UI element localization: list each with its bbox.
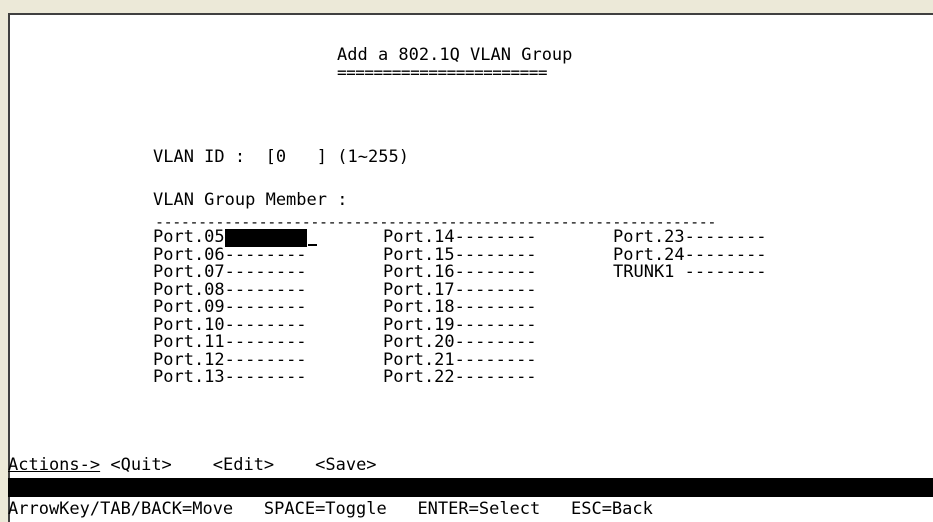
- port-membership-field[interactable]: --------: [685, 263, 767, 282]
- port-label: Port.18: [383, 297, 455, 317]
- port-membership-field[interactable]: --------: [225, 263, 307, 282]
- help-toggle: SPACE=Toggle: [263, 499, 387, 519]
- terminal-window: Add a 802.1Q VLAN Group ================…: [8, 13, 933, 522]
- actions-label: Actions->: [8, 455, 101, 475]
- port-label: Port.23: [613, 227, 685, 247]
- help-move: ArrowKey/TAB/BACK=Move: [8, 499, 234, 519]
- port-row-port09[interactable]: Port.09 --------: [153, 297, 317, 317]
- port-row-port07[interactable]: Port.07 --------: [153, 262, 317, 282]
- port-label: Port.05: [153, 227, 225, 247]
- port-label: Port.14: [383, 227, 455, 247]
- text-cursor: [307, 229, 317, 246]
- port-membership-field[interactable]: --------: [455, 368, 537, 387]
- port-membership-field[interactable]: --------: [225, 368, 307, 387]
- vlan-id-row: VLAN ID : [0 ] (1~255): [153, 147, 409, 167]
- vlan-id-label: VLAN ID :: [153, 147, 246, 167]
- port-label: Port.22: [383, 367, 455, 387]
- help-back: ESC=Back: [570, 499, 653, 519]
- help-line: ArrowKey/TAB/BACK=Move SPACE=Toggle ENTE…: [8, 498, 653, 520]
- vlan-group-member-label: VLAN Group Member :: [153, 190, 348, 210]
- port-row-port18[interactable]: Port.18 --------: [383, 297, 537, 317]
- port-label: Port.09: [153, 297, 225, 317]
- edit-button[interactable]: <Edit>: [213, 455, 274, 475]
- page-title: Add a 802.1Q VLAN Group: [337, 45, 573, 65]
- port-row-port23[interactable]: Port.23 --------: [613, 227, 767, 247]
- title-underline: =======================: [337, 63, 548, 82]
- port-membership-field[interactable]: --------: [455, 263, 537, 282]
- port-membership-field[interactable]: --------: [224, 228, 307, 247]
- port-column-3: Port.23 -------- Port.24 -------- TRUNK1 -…: [613, 227, 767, 282]
- port-label: Port.13: [153, 367, 225, 387]
- port-column-2: Port.14 -------- Port.15 -------- Port.16-…: [383, 227, 537, 387]
- port-label: Port.07: [153, 262, 225, 282]
- port-row-port22[interactable]: Port.22 --------: [383, 367, 537, 387]
- port-membership-field[interactable]: --------: [455, 333, 537, 352]
- save-button[interactable]: <Save>: [315, 455, 376, 475]
- port-row-port05[interactable]: Port.05 --------: [153, 227, 317, 247]
- port-membership-field[interactable]: --------: [455, 298, 537, 317]
- port-membership-field[interactable]: --------: [225, 298, 307, 317]
- quit-button[interactable]: <Quit>: [110, 455, 171, 475]
- port-row-port16[interactable]: Port.16 --------: [383, 262, 537, 282]
- port-row-port13[interactable]: Port.13 --------: [153, 367, 317, 387]
- port-column-1: Port.05 -------- Port.06 -------- Port.07-…: [153, 227, 317, 387]
- port-label: Port.11: [153, 332, 225, 352]
- port-row-port14[interactable]: Port.14 --------: [383, 227, 537, 247]
- actions-bar: Actions-> <Quit> <Edit> <Save>: [8, 455, 377, 475]
- port-label: Port.20: [383, 332, 455, 352]
- port-membership-field[interactable]: --------: [685, 228, 767, 247]
- port-label: TRUNK1: [613, 262, 685, 282]
- port-row-trunk1[interactable]: TRUNK1 --------: [613, 262, 767, 282]
- help-select: ENTER=Select: [417, 499, 541, 519]
- port-row-port20[interactable]: Port.20 --------: [383, 332, 537, 352]
- vlan-id-range: (1~255): [337, 147, 409, 167]
- status-bar: [8, 478, 933, 497]
- port-membership-field[interactable]: --------: [225, 333, 307, 352]
- port-label: Port.16: [383, 262, 455, 282]
- port-membership-field[interactable]: --------: [455, 228, 537, 247]
- port-row-port11[interactable]: Port.11 --------: [153, 332, 317, 352]
- vlan-id-field[interactable]: [0 ]: [266, 147, 327, 167]
